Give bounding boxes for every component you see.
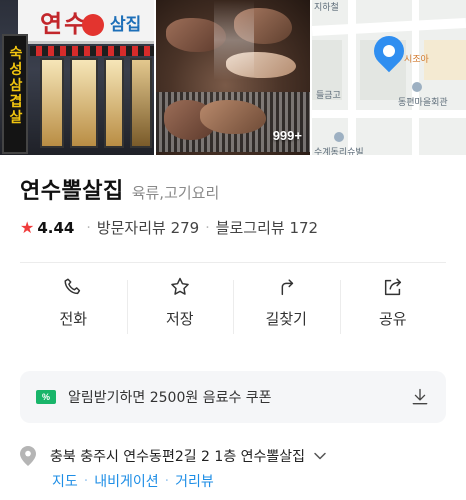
navigation-link[interactable]: 내비게이션 (94, 471, 158, 491)
vertical-sign: 숙성삼겹살 (2, 34, 28, 154)
window (40, 58, 64, 148)
storefront-photo[interactable]: 연수 삼집 숙성삼겹살 (0, 0, 154, 155)
rating-row: ★ 4.44 · 방문자리뷰 279 · 블로그리뷰 172 (20, 217, 318, 238)
map-thumbnail[interactable]: 지하철 시조아 들금고 동편마을회관 수계동리슈빌 (312, 0, 466, 155)
divider (20, 262, 446, 263)
map-block (424, 40, 466, 80)
coupon-icon: % (36, 390, 56, 404)
map-road (348, 0, 356, 155)
map-label: 시조아 (404, 54, 429, 64)
store-sign: 연수 삼집 (18, 0, 154, 44)
call-label: 전화 (59, 310, 88, 328)
directions-icon (281, 279, 294, 296)
map-road (312, 17, 466, 37)
directions-button[interactable]: 길찾기 (233, 276, 340, 338)
place-name: 연수뽈살집 (20, 179, 124, 204)
window (70, 58, 98, 148)
coupon-text: 알림받기하면 2500원 음료수 쿠폰 (68, 390, 272, 406)
awning (30, 46, 154, 56)
window (104, 58, 124, 148)
map-poi-icon (412, 82, 422, 92)
place-header: 연수뽈살집 육류,고기요리 (20, 173, 219, 205)
coupon-banner[interactable]: % 알림받기하면 2500원 음료수 쿠폰 (20, 371, 446, 423)
save-label: 저장 (165, 310, 194, 328)
vertical-sign-text: 숙성삼겹살 (9, 46, 23, 126)
address-links: 지도 · 내비게이션 · 거리뷰 (52, 471, 214, 491)
address-text: 충북 충주시 연수동편2길 2 1층 연수뽈살집 (50, 449, 306, 465)
call-button[interactable]: 전화 (20, 276, 127, 338)
store-sign-text: 연수 (40, 9, 89, 38)
store-sign-text-right: 삼집 (110, 15, 142, 35)
download-icon[interactable] (410, 387, 430, 407)
visitor-reviews-link[interactable]: 방문자리뷰 279 (97, 217, 199, 238)
share-icon (384, 278, 401, 296)
separator-dot: · (164, 473, 170, 489)
map-label: 동편마을회관 (398, 97, 448, 107)
address-row[interactable]: 충북 충주시 연수동편2길 2 1층 연수뽈살집 (20, 446, 327, 466)
photo-strip[interactable]: 연수 삼집 숙성삼겹살 999+ 지하철 시조아 들금고 동편마을회관 수계동리… (0, 0, 466, 155)
directions-label: 길찾기 (265, 310, 307, 328)
blog-reviews-link[interactable]: 블로그리뷰 172 (216, 217, 318, 238)
phone-icon (64, 278, 81, 295)
separator-dot: · (86, 219, 91, 236)
map-label: 수계동리슈빌 (314, 147, 364, 155)
chevron-down-icon[interactable] (313, 449, 327, 463)
place-category: 육류,고기요리 (131, 184, 220, 202)
separator-dot: · (83, 473, 89, 489)
food-photo[interactable]: 999+ (156, 0, 310, 155)
star-icon: ★ (20, 218, 35, 237)
smoke (214, 0, 254, 80)
action-bar: 전화 저장 길찾기 공유 (20, 276, 446, 338)
store-sign-logo (82, 14, 104, 36)
share-label: 공유 (378, 310, 407, 328)
map-link[interactable]: 지도 (52, 471, 78, 491)
star-outline-icon (170, 277, 189, 295)
map-label: 지하철 (314, 2, 339, 12)
share-button[interactable]: 공유 (339, 276, 447, 338)
rating-score: 4.44 (37, 218, 75, 237)
save-button[interactable]: 저장 (126, 276, 234, 338)
street-view-link[interactable]: 거리뷰 (175, 471, 214, 491)
separator-dot: · (205, 219, 210, 236)
map-poi-icon (334, 132, 344, 142)
meat-piece (200, 100, 266, 134)
map-road (312, 110, 466, 118)
window (130, 58, 152, 148)
location-pin-icon (20, 446, 36, 466)
map-label: 들금고 (316, 90, 341, 100)
photo-count: 999+ (272, 128, 302, 143)
map-road (412, 0, 419, 155)
